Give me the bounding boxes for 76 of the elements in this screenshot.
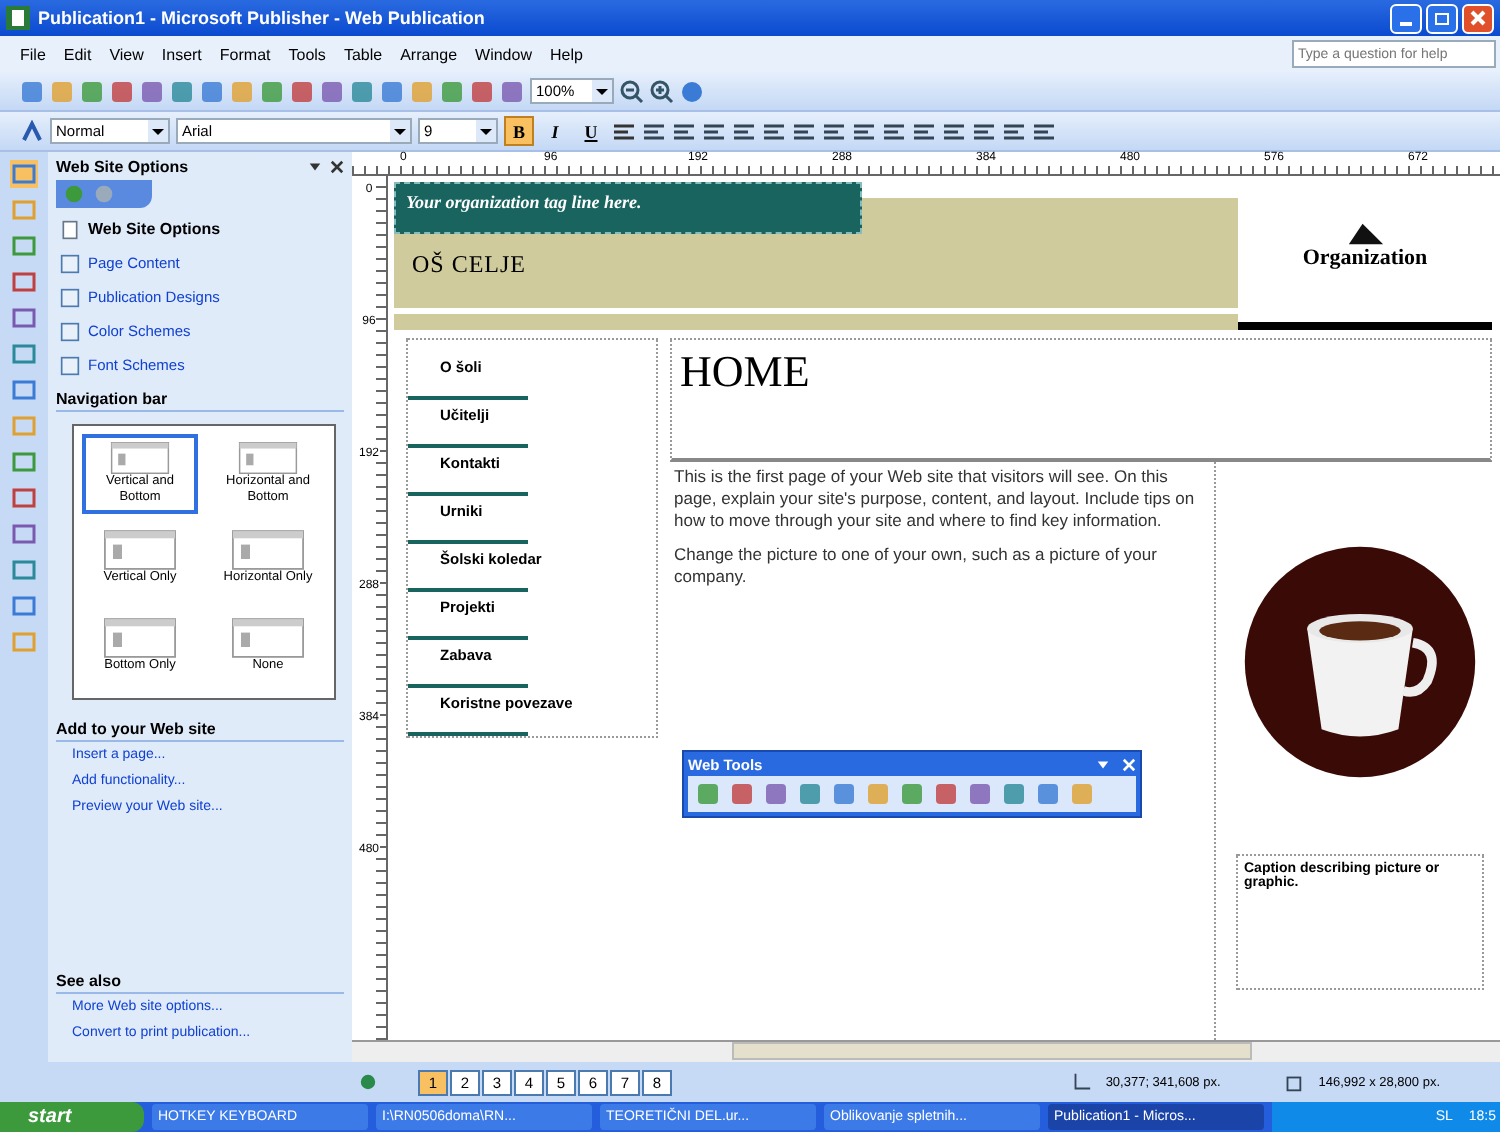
menu-item[interactable]: Table (343, 45, 383, 63)
toolbar-icon[interactable] (792, 119, 816, 143)
layout-thumbnail-icon (104, 618, 176, 658)
toolbar-icon[interactable] (702, 119, 726, 143)
menu-item[interactable]: File (20, 45, 46, 63)
toolbar-icon[interactable] (732, 119, 756, 143)
toolbar-icon[interactable] (852, 119, 876, 143)
section-heading: See also (56, 968, 344, 994)
toolbar-icon[interactable] (642, 119, 666, 143)
tool-icon[interactable] (10, 376, 38, 404)
toolbar-icon[interactable] (942, 119, 966, 143)
task-pane-title: Web Site Options (56, 157, 191, 175)
restore-icon (1434, 10, 1450, 26)
tool-icon[interactable] (10, 268, 38, 296)
caret-icon[interactable] (390, 120, 410, 142)
menu-item[interactable]: Arrange (400, 45, 458, 63)
layout-thumbnail-icon (104, 530, 176, 570)
organization-name: OŠ CELJE (412, 250, 527, 280)
zoom-out-icon[interactable] (620, 79, 644, 103)
menu-item[interactable]: Format (219, 45, 271, 63)
minimize-button[interactable] (1390, 3, 1422, 33)
window-title: Publication1 - Microsoft Publisher - Web Publication (38, 8, 487, 28)
zoom-in-icon[interactable] (650, 79, 674, 103)
body-paragraph: Change the picture to one of your own, such as a picture of your company. (674, 544, 1159, 588)
tool-icon[interactable] (10, 484, 38, 512)
tool-icon[interactable] (10, 520, 38, 548)
dropdown-arrow-icon[interactable] (308, 159, 322, 173)
toolbar-icon[interactable] (882, 119, 906, 143)
start-button[interactable]: start (0, 1102, 144, 1132)
close-icon[interactable] (330, 159, 344, 173)
section-heading: Navigation bar (56, 386, 344, 412)
menu-item[interactable]: Tools (288, 45, 326, 63)
logo-text: Organization (1302, 246, 1428, 270)
tool-icon[interactable] (10, 592, 38, 620)
toolbar-icon[interactable] (1002, 119, 1026, 143)
toolbar-icon[interactable] (1032, 119, 1056, 143)
size-icon (1282, 1071, 1305, 1093)
menu-item[interactable]: Insert (161, 45, 202, 63)
format-button[interactable]: U (576, 116, 606, 146)
page-heading: HOME (670, 338, 1492, 462)
toolbar-icon[interactable] (612, 119, 636, 143)
body-paragraph: This is the first page of your Web site that visitors will see. On this page, explain your site's purpose, content, and layout. Include tips on how to move through your site and where to find key information. (674, 466, 1197, 532)
tagline: Your organization tag line here. (394, 182, 862, 234)
dropdown-arrow-icon[interactable] (1096, 757, 1110, 771)
tool-icon[interactable] (10, 160, 38, 188)
caret-icon[interactable] (148, 120, 168, 142)
format-button[interactable]: I (540, 116, 570, 146)
layout-thumbnail-icon (232, 618, 304, 658)
menu-item[interactable]: View (109, 45, 144, 63)
menu-item[interactable]: Window (475, 45, 532, 63)
toolbar-icon[interactable] (672, 119, 696, 143)
section-heading: Web Site Options (88, 220, 221, 238)
pyramid-logo-icon (1343, 222, 1387, 246)
toolbar-icon[interactable] (912, 119, 936, 143)
tool-icon[interactable] (10, 448, 38, 476)
toolbar-icon[interactable] (822, 119, 846, 143)
toolbar-icon[interactable] (972, 119, 996, 143)
tool-icon[interactable] (10, 304, 38, 332)
layout-thumbnail-icon (232, 530, 304, 570)
restore-button[interactable] (1426, 3, 1458, 33)
document-icon (60, 219, 80, 239)
tool-icon[interactable] (10, 232, 38, 260)
format-button[interactable]: B (504, 116, 534, 146)
app-icon (6, 6, 30, 30)
section-heading: Add to your Web site (56, 716, 344, 742)
position-icon (1069, 1071, 1092, 1093)
menu-item[interactable]: Help (549, 45, 583, 63)
horizontal-scrollbar[interactable] (352, 1040, 1500, 1062)
tool-icon[interactable] (10, 556, 38, 584)
close-button[interactable] (1462, 3, 1494, 33)
caret-icon[interactable] (476, 120, 496, 142)
menu-item[interactable]: Edit (63, 45, 92, 63)
close-icon (1470, 10, 1486, 26)
caret-icon[interactable] (592, 80, 612, 102)
toolbar-icon[interactable] (762, 119, 786, 143)
tool-icon[interactable] (10, 340, 38, 368)
